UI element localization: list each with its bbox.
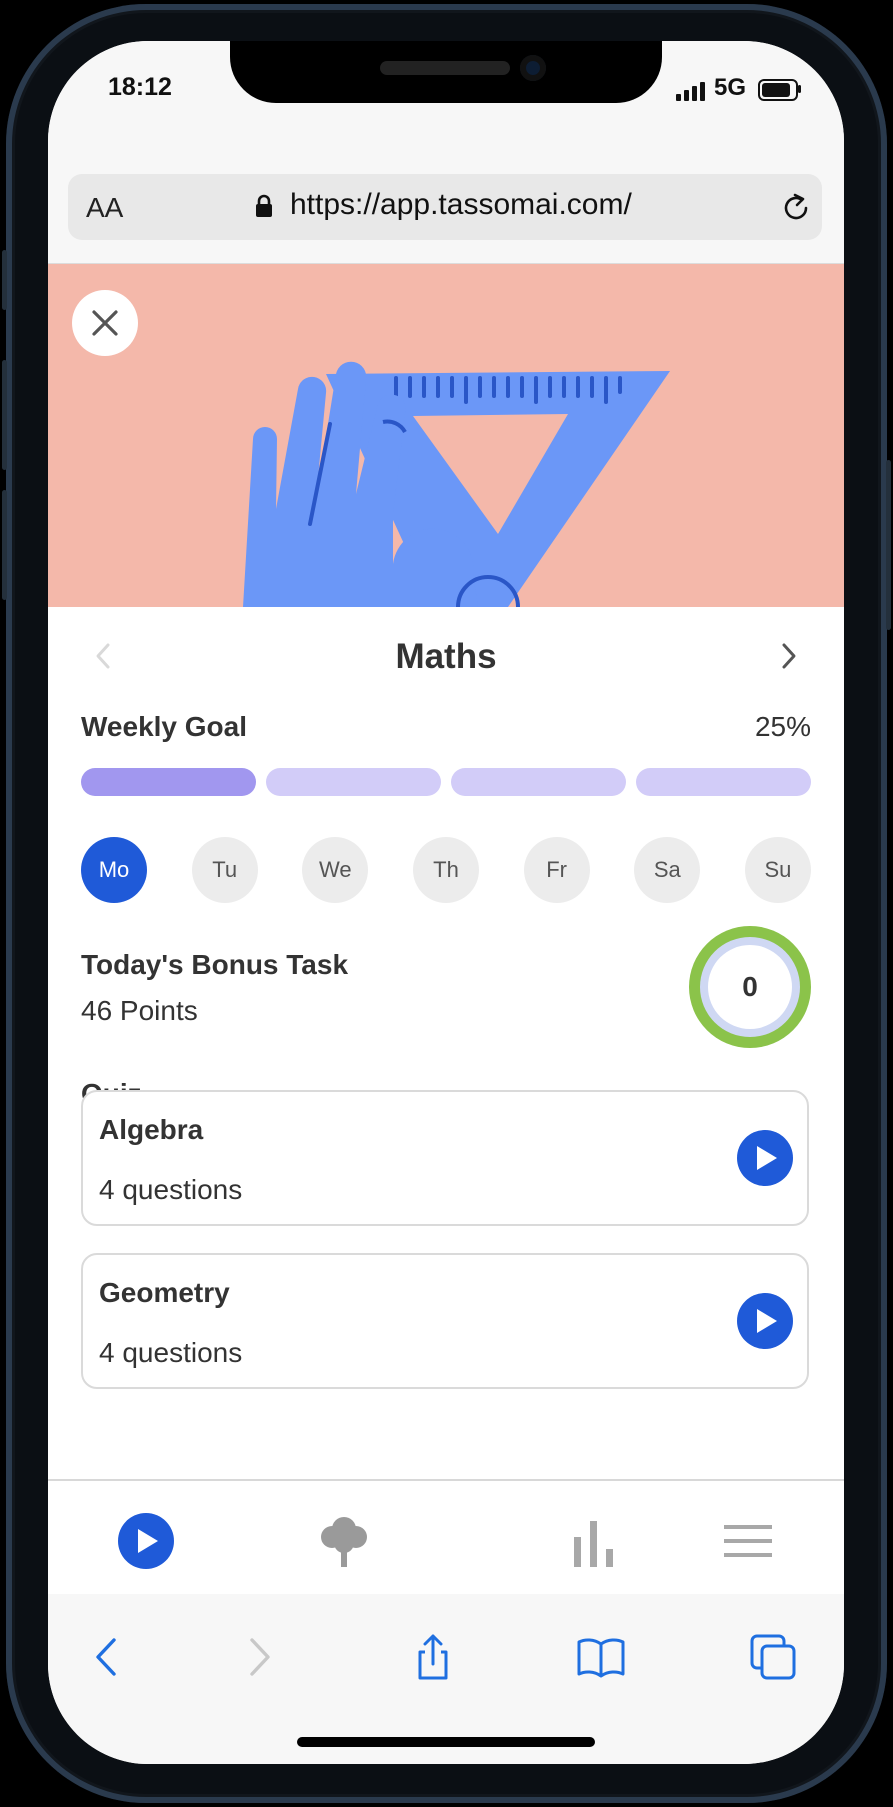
tab-play[interactable]	[118, 1513, 174, 1569]
goal-segment	[81, 768, 256, 796]
day-th[interactable]: Th	[412, 837, 479, 903]
subject-title: Maths	[395, 637, 497, 676]
quiz-card-algebra[interactable]: Algebra 4 questions	[81, 1090, 809, 1226]
text-size-button[interactable]: AA	[86, 192, 123, 224]
day-su[interactable]: Su	[744, 837, 811, 903]
bar-chart-icon[interactable]	[564, 1513, 624, 1569]
bonus-progress-track: 0	[700, 937, 800, 1037]
play-icon	[138, 1529, 158, 1553]
bookmarks-icon[interactable]	[576, 1632, 626, 1682]
weekly-goal-progress	[81, 768, 811, 796]
share-icon[interactable]	[408, 1632, 458, 1682]
earpiece-speaker	[380, 61, 510, 75]
day-fr[interactable]: Fr	[523, 837, 590, 903]
day-selector: Mo Tu We Th Fr Sa Su	[81, 837, 811, 903]
goal-segment	[451, 768, 626, 796]
quiz-card-question-count: 4 questions	[99, 1337, 243, 1368]
bonus-task-points: 46 Points	[81, 995, 198, 1026]
battery-tip	[798, 85, 801, 93]
bonus-progress-value: 0	[708, 945, 792, 1029]
chevron-right-icon[interactable]	[778, 641, 800, 671]
lock-icon	[256, 194, 272, 217]
quiz-card-title: Algebra	[99, 1114, 204, 1145]
subject-banner	[48, 264, 844, 607]
front-camera	[520, 55, 546, 81]
back-icon[interactable]	[82, 1632, 132, 1682]
weekly-goal-label: Weekly Goal	[81, 711, 248, 742]
signal-strength-icon	[676, 81, 705, 101]
bonus-progress-ring: 0	[689, 926, 811, 1048]
close-button[interactable]	[72, 290, 138, 356]
volume-down-button	[2, 490, 7, 600]
day-mo[interactable]: Mo	[81, 837, 147, 903]
day-sa[interactable]: Sa	[634, 837, 701, 903]
reload-icon[interactable]	[778, 190, 814, 226]
close-icon	[92, 310, 118, 336]
phone-screen: 18:12 5G AA https://app.tassomai.com/ Ma…	[48, 41, 844, 1764]
quiz-card-geometry[interactable]: Geometry 4 questions	[81, 1253, 809, 1389]
goal-segment	[636, 768, 811, 796]
quiz-card-question-count: 4 questions	[99, 1174, 243, 1205]
tabs-icon[interactable]	[748, 1632, 798, 1682]
volume-up-button	[2, 360, 7, 470]
quiz-card-title: Geometry	[99, 1277, 230, 1308]
play-icon	[757, 1309, 777, 1333]
browser-address-area: AA https://app.tassomai.com/	[48, 141, 844, 264]
notch	[230, 41, 662, 103]
tree-icon[interactable]	[314, 1513, 374, 1569]
day-we[interactable]: We	[302, 837, 369, 903]
address-bar[interactable]: AA https://app.tassomai.com/	[68, 174, 822, 240]
status-bar: 18:12 5G	[48, 41, 844, 141]
start-quiz-button[interactable]	[737, 1293, 793, 1349]
goal-segment	[266, 768, 441, 796]
bonus-task-title: Today's Bonus Task	[81, 949, 349, 980]
start-quiz-button[interactable]	[737, 1130, 793, 1186]
home-indicator[interactable]	[297, 1737, 595, 1747]
mute-switch	[2, 250, 7, 310]
app-tab-bar	[48, 1479, 844, 1596]
day-tu[interactable]: Tu	[191, 837, 258, 903]
forward-icon[interactable]	[234, 1632, 284, 1682]
ruler-hand-illustration	[243, 361, 670, 607]
subject-navigation: Maths	[48, 607, 844, 707]
play-icon	[757, 1146, 777, 1170]
power-button	[886, 460, 891, 630]
network-type: 5G	[714, 74, 747, 101]
clock: 18:12	[108, 73, 172, 101]
weekly-goal-percent: 25%	[754, 711, 811, 742]
menu-icon[interactable]	[718, 1513, 778, 1569]
battery-icon	[758, 79, 798, 101]
url-text[interactable]: https://app.tassomai.com/	[290, 188, 632, 222]
